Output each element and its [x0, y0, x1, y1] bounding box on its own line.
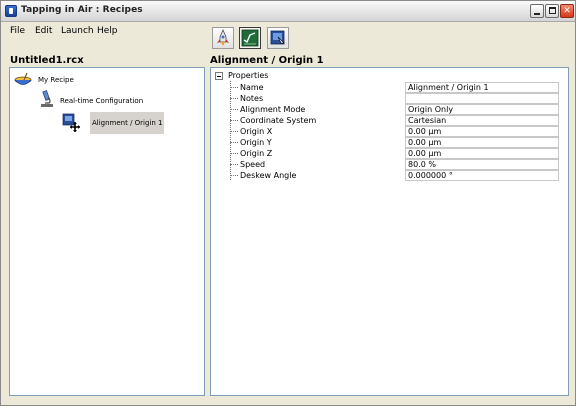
menu-file[interactable]: File [10, 26, 25, 36]
property-row-origin-z[interactable]: Origin Z 0.00 µm [230, 148, 560, 159]
tree-connector [230, 120, 238, 121]
microscope-icon [41, 90, 53, 107]
property-value-field[interactable]: 0.00 µm [405, 148, 559, 159]
menu-launch[interactable]: Launch [61, 26, 94, 36]
menu-help[interactable]: Help [97, 26, 118, 36]
window-title: Tapping in Air : Recipes [21, 5, 143, 15]
recipe-step-icon [270, 30, 285, 45]
tree-label: Alignment / Origin 1 [92, 119, 163, 127]
alignment-icon [62, 113, 80, 132]
property-name: Notes [240, 94, 264, 103]
maximize-icon [549, 7, 556, 14]
property-name: Name [240, 83, 264, 92]
tree-label: My Recipe [38, 76, 74, 84]
app-window: Tapping in Air : Recipes ✕ File Edit Lau… [0, 0, 576, 406]
property-name: Coordinate System [240, 116, 317, 125]
close-button[interactable]: ✕ [560, 4, 574, 18]
tree-connector [230, 109, 238, 110]
property-name: Origin Z [240, 149, 273, 158]
app-icon [5, 5, 17, 17]
tree-label: Real-time Configuration [60, 97, 144, 105]
property-row-speed[interactable]: Speed 80.0 % [230, 159, 560, 170]
properties-grid: Properties Name Alignment / Origin 1 Not… [210, 67, 569, 396]
property-value-field[interactable]: 0.00 µm [405, 126, 559, 137]
bowl-icon [14, 72, 32, 85]
title-bar[interactable]: Tapping in Air : Recipes ✕ [1, 1, 575, 22]
tree-connector [230, 175, 238, 176]
recipe-tree[interactable]: My Recipe Real-time Configuration Alignm… [9, 67, 205, 396]
tree-connector [230, 153, 238, 154]
maximize-button[interactable] [545, 4, 559, 18]
property-value-field[interactable]: Alignment / Origin 1 [405, 82, 559, 93]
launch-toolbar-button[interactable] [212, 27, 234, 49]
tree-item-realtime-config[interactable]: Real-time Configuration [38, 90, 168, 110]
property-name: Alignment Mode [240, 105, 306, 114]
recipe-step-toolbar-button[interactable] [267, 27, 289, 49]
property-row-name[interactable]: Name Alignment / Origin 1 [230, 82, 560, 93]
property-value-field[interactable]: Cartesian [405, 115, 559, 126]
property-value-field[interactable]: Origin Only [405, 104, 559, 115]
property-row-origin-x[interactable]: Origin X 0.00 µm [230, 126, 560, 137]
tree-connector [230, 87, 238, 88]
property-name: Speed [240, 160, 266, 169]
property-row-notes[interactable]: Notes [230, 93, 560, 104]
property-name: Origin Y [240, 138, 272, 147]
tree-connector [230, 131, 238, 132]
property-name: Deskew Angle [240, 171, 297, 180]
tree-connector [230, 164, 238, 165]
minimize-button[interactable] [530, 4, 544, 18]
chart-toolbar-button[interactable] [239, 27, 261, 49]
tree-connector [230, 142, 238, 143]
properties-root-label: Properties [228, 71, 269, 80]
rocket-icon [217, 29, 229, 46]
menu-bar: File Edit Launch Help [1, 22, 201, 39]
property-value-field[interactable] [405, 93, 559, 104]
property-row-coordinate-system[interactable]: Coordinate System Cartesian [230, 115, 560, 126]
property-value-field[interactable]: 80.0 % [405, 159, 559, 170]
chart-icon [241, 29, 259, 47]
tree-connector [230, 98, 238, 99]
property-value-field[interactable]: 0.00 µm [405, 137, 559, 148]
right-pane-title: Alignment / Origin 1 [210, 55, 324, 66]
property-row-alignment-mode[interactable]: Alignment Mode Origin Only [230, 104, 560, 115]
property-name: Origin X [240, 127, 273, 136]
minimize-icon [534, 13, 540, 15]
tree-item-my-recipe[interactable]: My Recipe [14, 72, 94, 90]
menu-edit[interactable]: Edit [35, 26, 52, 36]
collapse-toggle-icon[interactable] [215, 72, 223, 80]
property-value-field[interactable]: 0.000000 ° [405, 170, 559, 181]
left-pane-title: Untitled1.rcx [10, 55, 84, 66]
property-row-origin-y[interactable]: Origin Y 0.00 µm [230, 137, 560, 148]
tree-item-alignment-origin[interactable]: Alignment / Origin 1 [62, 112, 166, 134]
property-row-deskew-angle[interactable]: Deskew Angle 0.000000 ° [230, 170, 560, 181]
